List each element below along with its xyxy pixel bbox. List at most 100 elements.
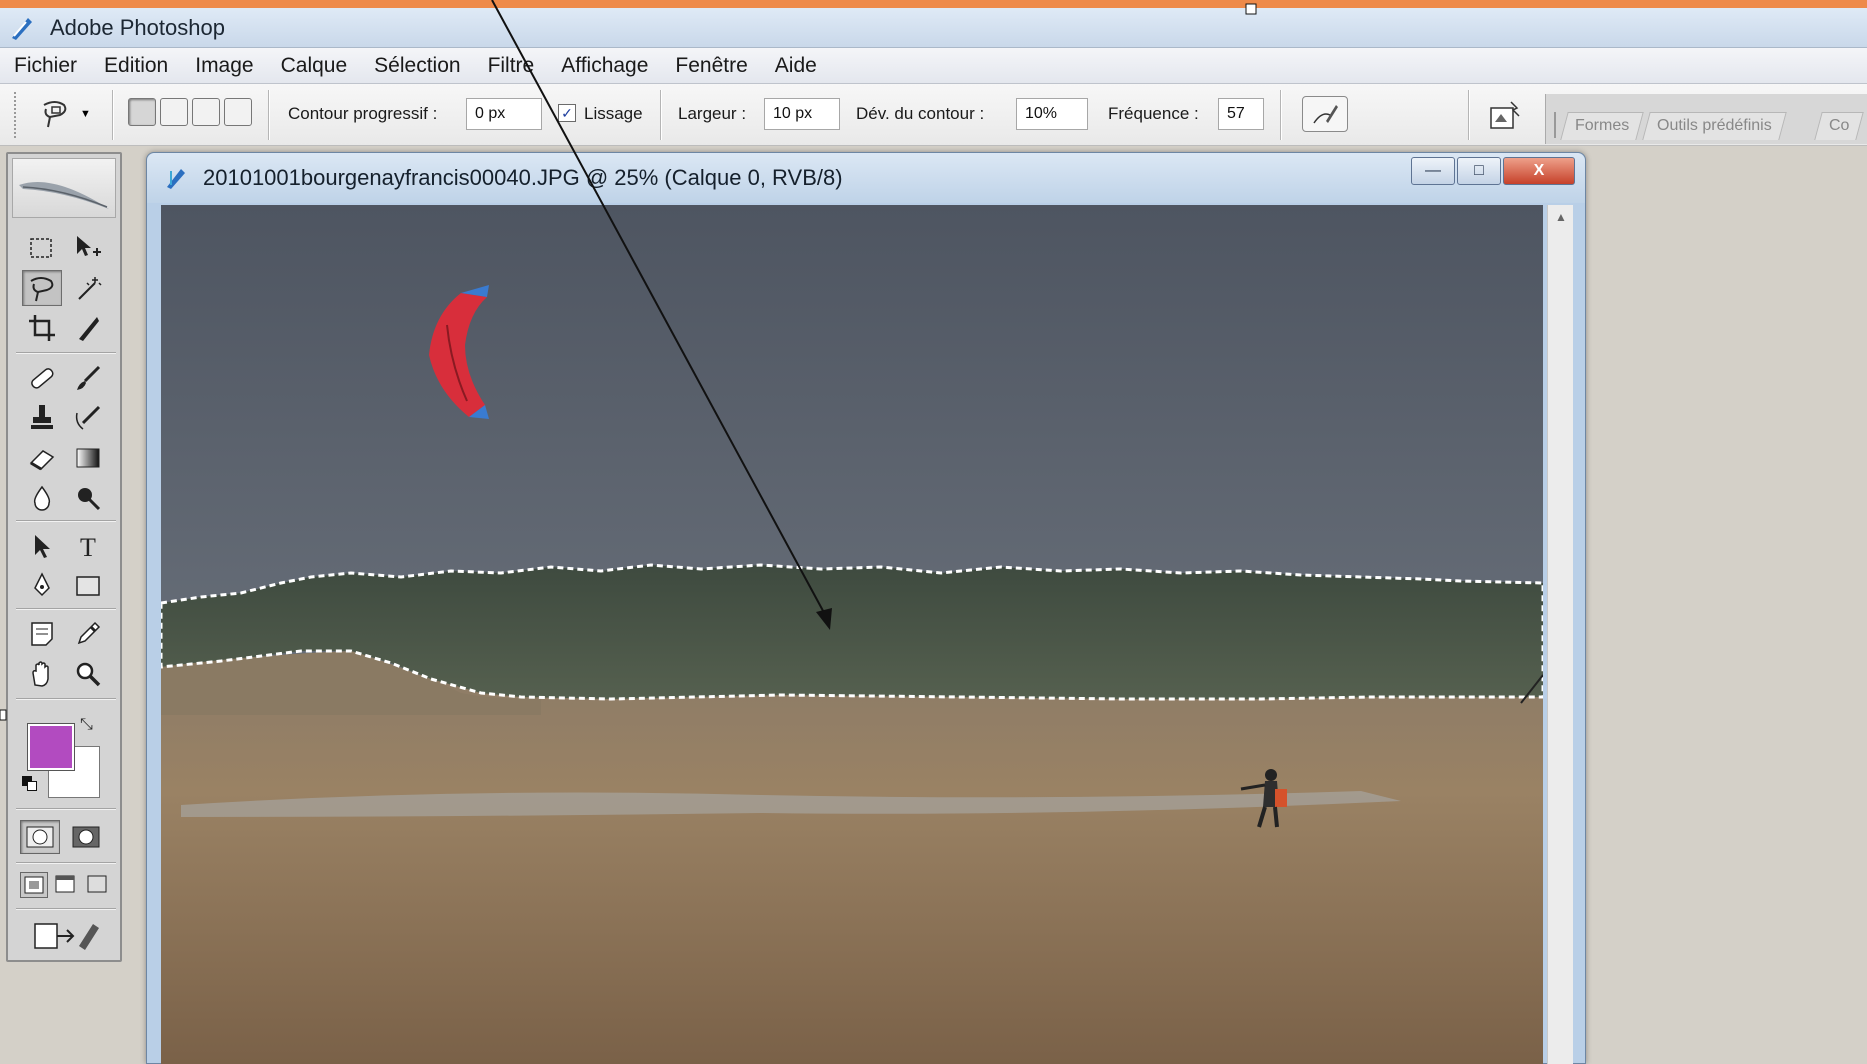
slice-tool[interactable] (68, 310, 108, 346)
edge-contrast-label: Dév. du contour : (856, 104, 985, 123)
eraser-tool[interactable] (22, 440, 62, 476)
eraser-tool-icon (29, 450, 55, 471)
imageready-icon (34, 923, 99, 950)
move-tool-icon (77, 236, 101, 256)
healing-brush-tool-icon (31, 368, 54, 389)
menu-calque[interactable]: Calque (281, 54, 348, 78)
feather-label: Contour progressif : (288, 104, 438, 123)
quick-mask-icon (72, 826, 100, 848)
marquee-tool[interactable] (22, 230, 62, 266)
slice-tool-icon (79, 317, 99, 341)
standard-screen-icon (24, 876, 44, 894)
feather-logo-icon (19, 182, 109, 209)
shape-tool[interactable] (68, 568, 108, 604)
menu-fenetre[interactable]: Fenêtre (675, 54, 747, 78)
magic-wand-tool-icon (78, 277, 102, 300)
clone-stamp-tool-icon (31, 405, 53, 429)
eyedropper-tool[interactable] (68, 616, 108, 652)
magic-wand-tool[interactable] (68, 270, 108, 306)
menu-image[interactable]: Image (195, 54, 253, 78)
full-screen-button[interactable] (84, 872, 112, 898)
document-title: 20101001bourgenayfrancis00040.JPG @ 25% … (203, 165, 843, 190)
menu-filtre[interactable]: Filtre (488, 54, 535, 78)
window-controls: — □ X (1411, 157, 1575, 185)
jump-to-imageready-button[interactable] (22, 916, 112, 956)
document-window: 20101001bourgenayfrancis00040.JPG @ 25% … (146, 152, 1586, 1064)
zoom-tool-icon (76, 662, 101, 687)
notes-tool-icon (31, 622, 53, 646)
file-browser-button[interactable] (1484, 96, 1526, 134)
menu-affichage[interactable]: Affichage (561, 54, 648, 78)
tool-preset-picker[interactable]: ▼ (38, 94, 98, 134)
width-input[interactable]: 10 px (764, 98, 840, 130)
clone-stamp-tool[interactable] (22, 400, 62, 436)
stylus-pen-icon (1313, 105, 1338, 124)
menu-selection[interactable]: Sélection (374, 54, 460, 78)
healing-brush-tool[interactable] (22, 360, 62, 396)
edge-contrast-input[interactable]: 10% (1016, 98, 1088, 130)
pen-tool[interactable] (22, 568, 62, 604)
vertical-scrollbar[interactable]: ▲ (1547, 205, 1573, 1064)
antialias-checkbox[interactable]: ✓ (558, 104, 576, 122)
document-title-bar[interactable]: 20101001bourgenayfrancis00040.JPG @ 25% … (147, 153, 1585, 203)
gradient-tool-icon (76, 448, 100, 468)
add-selection-button[interactable] (160, 98, 188, 126)
tool-palette-header[interactable] (12, 158, 116, 218)
feather-input[interactable]: 0 px (466, 98, 542, 130)
image-canvas[interactable] (161, 205, 1543, 1064)
stylus-pressure-button[interactable] (1302, 96, 1348, 132)
foreground-color-swatch[interactable] (27, 723, 75, 771)
app-title: Adobe Photoshop (50, 14, 225, 40)
top-accent-strip (0, 0, 1867, 8)
full-screen-menu-button[interactable] (52, 872, 80, 898)
tab-outils-predefinis[interactable]: Outils prédéfinis (1642, 112, 1787, 140)
hand-tool-icon (32, 661, 49, 687)
history-brush-tool[interactable] (68, 400, 108, 436)
minimize-button[interactable]: — (1411, 157, 1455, 185)
magnetic-lasso-tool[interactable] (22, 270, 62, 306)
type-tool[interactable]: T (68, 528, 108, 564)
scroll-up-icon[interactable]: ▲ (1548, 205, 1574, 229)
notes-tool[interactable] (22, 616, 62, 652)
document-photoshop-icon (167, 169, 185, 189)
default-colors-icon[interactable] (22, 776, 38, 792)
tab-co[interactable]: Co (1814, 112, 1865, 140)
brush-tool[interactable] (68, 360, 108, 396)
blur-tool-icon (33, 485, 51, 511)
marquee-tool-icon (30, 238, 52, 258)
full-screen-menu-icon (55, 875, 75, 893)
menu-fichier[interactable]: Fichier (14, 54, 77, 78)
tool-palette: T ⤡ (6, 152, 122, 962)
options-bar-grip[interactable] (14, 92, 18, 138)
menu-bar: Fichier Edition Image Calque Sélection F… (0, 48, 1867, 84)
type-tool-icon: T (80, 533, 96, 561)
subtract-selection-button[interactable] (192, 98, 220, 126)
menu-aide[interactable]: Aide (775, 54, 817, 78)
beach-kitesurf-photo (161, 205, 1543, 1064)
brush-tool-icon (77, 365, 101, 390)
gradient-tool[interactable] (68, 440, 108, 476)
zoom-tool[interactable] (68, 656, 108, 692)
move-tool[interactable] (68, 230, 108, 266)
frequency-input[interactable]: 57 (1218, 98, 1264, 130)
intersect-selection-button[interactable] (224, 98, 252, 126)
close-button[interactable]: X (1503, 157, 1575, 185)
path-selection-tool[interactable] (22, 528, 62, 564)
photoshop-feather-icon (12, 17, 32, 40)
standard-screen-mode-button[interactable] (20, 872, 48, 898)
menu-edition[interactable]: Edition (104, 54, 168, 78)
path-selection-tool-icon (35, 535, 50, 558)
history-brush-tool-icon (75, 405, 101, 430)
blur-tool[interactable] (22, 480, 62, 516)
crop-tool-icon (29, 315, 55, 341)
pen-tool-icon (34, 572, 50, 597)
quick-mask-mode-button[interactable] (66, 820, 106, 854)
maximize-button[interactable]: □ (1457, 157, 1501, 185)
dodge-tool[interactable] (68, 480, 108, 516)
tab-formes[interactable]: Formes (1560, 112, 1644, 140)
hand-tool[interactable] (22, 656, 62, 692)
new-selection-button[interactable] (128, 98, 156, 126)
swap-colors-icon[interactable]: ⤡ (80, 716, 93, 734)
crop-tool[interactable] (22, 310, 62, 346)
standard-mode-button[interactable] (20, 820, 60, 854)
